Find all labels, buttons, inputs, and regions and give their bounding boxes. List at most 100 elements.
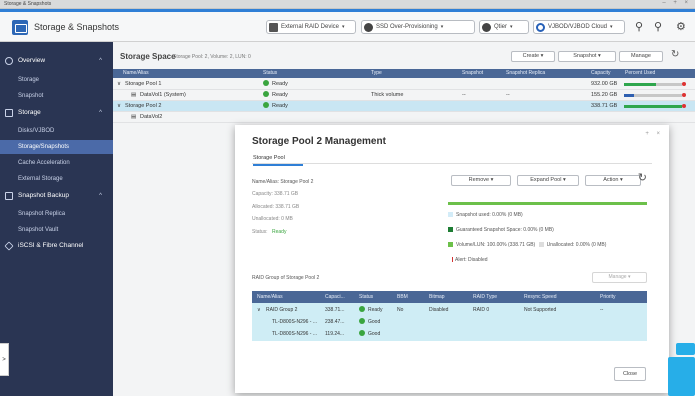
gear-icon[interactable]: ⚙ (676, 20, 686, 33)
legend-volume-lun: Volume/LUN: 100.00% (338.71 GB) Unalloca… (448, 242, 606, 248)
column-header[interactable]: Status (263, 69, 277, 78)
app-title: Storage & Snapshots (34, 22, 120, 32)
percent-used-fill (624, 94, 635, 97)
table-row-selected[interactable]: ∨ Storage Pool 2 Ready 338.71 GB (113, 101, 695, 112)
ssd-overprovisioning-button[interactable]: SSD Over-Provisioning ▾ (361, 20, 475, 34)
sidebar-item-snapshot-backup[interactable]: Snapshot Backup ^ (0, 189, 113, 203)
raid-table-row[interactable]: ∨ RAID Group 2 338.71... Ready No Disabl… (252, 304, 647, 316)
row-replica: -- (506, 92, 510, 98)
column-header[interactable]: Capacity (591, 69, 610, 78)
sidebar-item-storage-snapshots[interactable]: Storage/Snapshots (0, 140, 113, 154)
raid-priority: -- (600, 307, 604, 313)
sidebar-item-cache-acceleration[interactable]: Cache Acceleration (0, 156, 113, 170)
chevron-up-icon[interactable]: ^ (99, 106, 102, 120)
manage-button[interactable]: Manage (619, 51, 663, 62)
row-name: Storage Pool 2 (125, 103, 162, 109)
pool-allocated: Allocated: 338.71 GB (252, 204, 300, 210)
side-widget-top[interactable] (676, 343, 695, 355)
column-header[interactable]: Resync Speed (524, 291, 557, 303)
snapshot-button[interactable]: Snapshot ▾ (558, 51, 616, 62)
raid-table-row[interactable]: TL-D800S-N296 - ... 238.47... Good (252, 316, 647, 328)
disk-name: TL-D800S-N296 - ... (272, 319, 318, 325)
column-header[interactable]: Capaci... (325, 291, 345, 303)
disk-name: TL-D800S-N296 - ... (272, 331, 318, 337)
raid-table-row[interactable]: TL-D800S-N296 - ... 119.24... Good (252, 328, 647, 340)
column-header[interactable]: Type (371, 69, 382, 78)
window-title: Storage & Snapshots (4, 1, 52, 7)
sidebar-item-storage-overview[interactable]: Storage (0, 73, 113, 87)
sidebar-item-storage[interactable]: Storage ^ (0, 106, 113, 120)
pool-unallocated: Unallocated: 0 MB (252, 216, 293, 222)
percent-used-bar (624, 82, 686, 86)
ssd-icon (364, 22, 373, 32)
backup-icon (5, 192, 13, 200)
search-icon[interactable]: ⚲ (635, 20, 643, 33)
dialog-window-controls[interactable]: + × (645, 131, 663, 137)
column-header[interactable]: Name/Alias (257, 291, 283, 303)
legend-swatch-unallocated (538, 242, 544, 247)
disk-status: Good (359, 328, 380, 340)
ready-icon (263, 91, 269, 97)
raid-capacity: 338.71... (325, 307, 345, 313)
vjbod-button[interactable]: VJBOD/VJBOD Cloud ▾ (533, 20, 625, 34)
percent-used-fill (624, 83, 656, 86)
storage-table-header: Name/Alias Status Type Snapshot Snapshot… (113, 69, 695, 78)
storage-space-title: Storage Space (120, 52, 176, 61)
column-header[interactable]: Name/Alias (123, 69, 149, 78)
sidebar: Overview ^ Storage Snapshot Storage ^ Disk… (0, 42, 113, 396)
sidebar-item-disks-vjbod[interactable]: Disks/VJBOD (0, 124, 113, 138)
raid-bbm: No (397, 307, 404, 313)
window-controls[interactable]: – + × (662, 0, 691, 6)
raid-manage-button[interactable]: Manage ▾ (592, 272, 647, 283)
zoom-icon[interactable]: ⚲ (654, 20, 662, 33)
row-snapshot: -- (462, 92, 466, 98)
pool-usage-bar (448, 202, 647, 205)
tab-storage-pool[interactable]: Storage Pool (253, 155, 303, 166)
sidebar-item-overview[interactable]: Overview ^ (0, 54, 113, 68)
expand-icon[interactable]: ∨ (257, 304, 261, 316)
create-button[interactable]: Create ▾ (511, 51, 555, 62)
close-button[interactable]: Close (614, 367, 646, 381)
column-header[interactable]: Snapshot (462, 69, 483, 78)
raid-resync-speed: Not Supported (524, 307, 557, 313)
external-raid-button[interactable]: External RAID Device ▾ (266, 20, 356, 34)
sidebar-item-iscsi[interactable]: iSCSI & Fibre Channel (0, 239, 113, 253)
raid-group-label: RAID Group of Storage Pool 2 (252, 275, 320, 281)
legend-alert: Alert: Disabled (452, 257, 488, 263)
qtier-button[interactable]: Qtier ▾ (479, 20, 529, 34)
legend-swatch-alert (452, 257, 453, 262)
dialog-title: Storage Pool 2 Management (252, 136, 386, 147)
table-row[interactable]: ▤ DataVol1 (System) Ready Thick volume -… (113, 90, 695, 101)
table-row[interactable]: ▤ DataVol2 (113, 112, 695, 123)
table-row[interactable]: ∨ Storage Pool 1 Ready 932.00 GB (113, 79, 695, 90)
column-header[interactable]: RAID Type (473, 291, 497, 303)
expand-pool-button[interactable]: Expand Pool ▾ (517, 175, 579, 186)
raid-name: RAID Group 2 (266, 307, 298, 313)
column-header[interactable]: Status (359, 291, 373, 303)
sidebar-item-external-storage[interactable]: External Storage (0, 172, 113, 186)
side-expand-tab[interactable]: > (0, 343, 9, 376)
column-header[interactable]: Snapshot Replica (506, 69, 545, 78)
refresh-icon[interactable]: ↻ (671, 49, 679, 60)
storage-app-icon (12, 20, 28, 35)
alert-marker-icon (682, 104, 686, 108)
refresh-icon[interactable]: ↻ (638, 171, 647, 184)
storage-icon (5, 109, 13, 117)
column-header[interactable]: BBM (397, 291, 408, 303)
sidebar-item-snapshot-replica[interactable]: Snapshot Replica (0, 207, 113, 221)
column-header[interactable]: Bitmap (429, 291, 445, 303)
sidebar-item-snapshot-vault[interactable]: Snapshot Vault (0, 223, 113, 237)
expand-icon[interactable]: ∨ (117, 79, 121, 90)
tab-divider (252, 163, 652, 164)
side-widget-bottom[interactable] (668, 357, 695, 396)
chevron-up-icon[interactable]: ^ (99, 54, 102, 68)
chevron-up-icon[interactable]: ^ (99, 189, 102, 203)
row-status: Ready (263, 101, 288, 112)
raid-type: RAID 0 (473, 307, 490, 313)
expand-icon[interactable]: ∨ (117, 101, 121, 112)
sidebar-item-snapshot[interactable]: Snapshot (0, 89, 113, 103)
action-button[interactable]: Action ▾ (585, 175, 641, 186)
column-header[interactable]: Percent Used (625, 69, 655, 78)
remove-button[interactable]: Remove ▾ (451, 175, 511, 186)
column-header[interactable]: Priority (600, 291, 616, 303)
